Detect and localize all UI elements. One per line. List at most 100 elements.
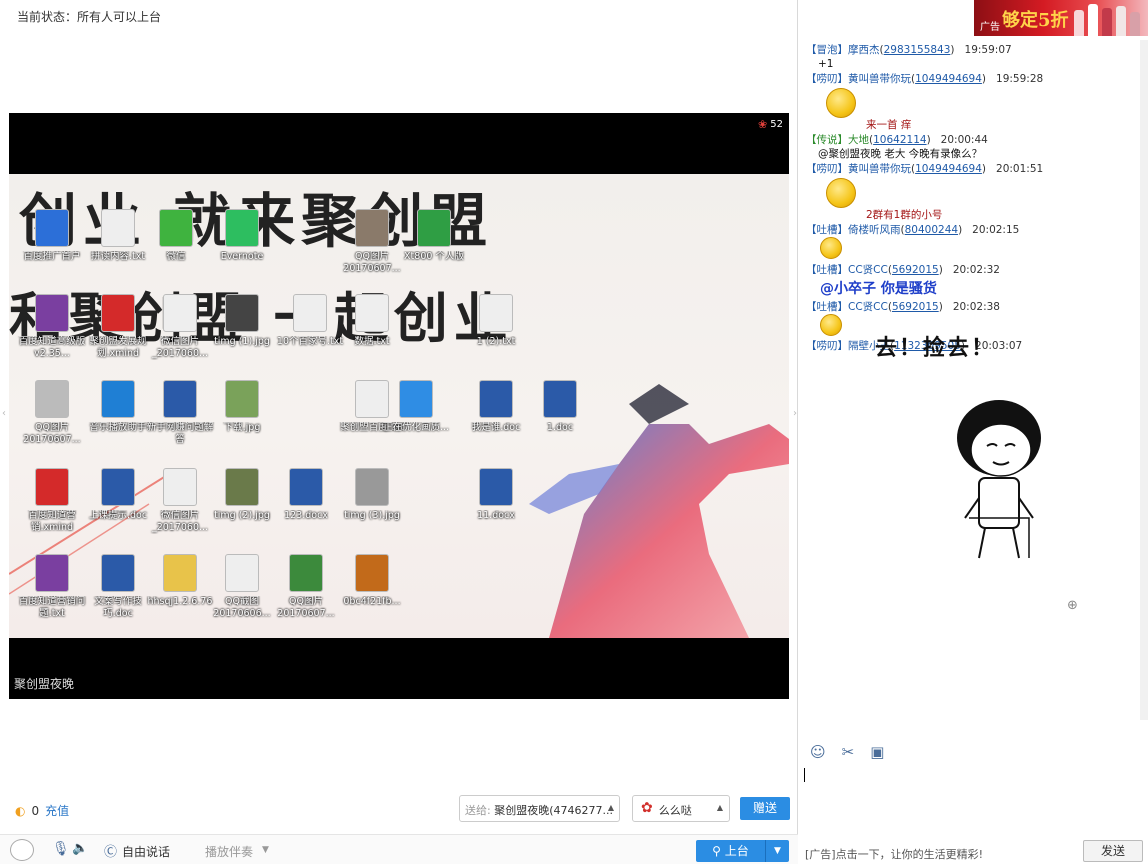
right-collapse-arrow[interactable]: › <box>793 408 797 419</box>
up-stage-dropdown-icon[interactable]: ▼ <box>766 840 789 862</box>
desktop-icon[interactable]: timg (3).jpg <box>339 468 405 552</box>
emoji-sticker-icon <box>820 237 842 259</box>
desktop-icon[interactable]: 我是谁.doc <box>463 380 529 464</box>
desktop-icon[interactable]: timg (1).jpg <box>209 294 275 378</box>
desktop-icon[interactable]: hhsqj1.2.6.76 <box>147 554 213 638</box>
file-icon <box>101 554 135 592</box>
recipient-select[interactable]: 送给: 聚创盟夜晚(4746277... ▲ <box>459 795 620 822</box>
scissors-icon[interactable]: ✂ <box>842 743 855 761</box>
desktop-icon[interactable]: 微信图片_2017060... <box>147 468 213 552</box>
chat-scrollbar[interactable] <box>1140 40 1148 720</box>
up-stage-button[interactable]: ⚲ 上台 ▼ <box>696 840 789 862</box>
desktop-icon[interactable]: 微信 <box>143 209 209 293</box>
microphone-icon[interactable]: 🎙 <box>52 841 70 857</box>
free-speech-mode[interactable]: 自由说话 <box>122 843 170 860</box>
accompany-dropdown-icon[interactable]: ▼ <box>262 845 269 855</box>
message-nick[interactable]: 摩西杰 <box>848 44 880 56</box>
message-uid[interactable]: 80400244 <box>905 224 958 236</box>
desktop-icon-label: timg (3).jpg <box>344 510 400 521</box>
desktop-icon[interactable]: 1.doc <box>527 380 593 464</box>
chat-log: 【冒泡】摩西杰(2983155843) 19:59:07 +1 【唠叨】黄叫兽带你玩(… <box>806 40 1136 720</box>
desktop-icon[interactable]: 百度知道营销问题.txt <box>19 554 85 638</box>
message-nick[interactable]: 黄叫兽带你玩 <box>848 163 911 175</box>
chat-message-header: 【吐槽】CC贤CC(5692015) 20:02:38 <box>806 299 1000 314</box>
desktop-icon[interactable]: 文案写作技巧.doc <box>85 554 151 638</box>
file-icon <box>225 380 259 418</box>
file-icon <box>479 468 513 506</box>
send-message-button[interactable]: 发送 <box>1083 840 1143 862</box>
desktop-icon[interactable]: 数据.txt <box>339 294 405 378</box>
desktop-icon[interactable]: QQ图片20170607... <box>19 380 85 464</box>
desktop-icon[interactable]: Evernote <box>209 209 275 293</box>
desktop-icon[interactable]: timg (2).jpg <box>209 468 275 552</box>
message-nick[interactable]: 黄叫兽带你玩 <box>848 73 911 85</box>
file-icon <box>35 209 69 247</box>
desktop-icon[interactable]: 0bc4f21fb... <box>339 554 405 638</box>
desktop-icon[interactable]: 聚创盟发展规划.xmind <box>85 294 151 378</box>
image-icon[interactable]: ▣ <box>870 743 884 761</box>
up-stage-main[interactable]: ⚲ 上台 <box>696 840 766 862</box>
input-toolbar: ☺ ✂ ▣ <box>810 743 884 761</box>
desktop-icon-label: QQ截图20170606... <box>213 596 271 619</box>
zoom-icon[interactable]: ⊕ <box>1067 598 1078 613</box>
video-top-bar: ❀ 52 <box>9 113 789 174</box>
gift-select[interactable]: ✿ 么么哒 ▲ <box>632 795 730 822</box>
desktop-icon[interactable]: QQ截图20170606... <box>209 554 275 638</box>
message-uid[interactable]: 1049494694 <box>915 163 982 175</box>
avatar[interactable] <box>10 839 34 861</box>
desktop-icon[interactable]: 百度推广首户 <box>19 209 85 293</box>
desktop-icon[interactable]: 1 (2).txt <box>463 294 529 378</box>
desktop-icon-label: 微信 <box>166 251 186 262</box>
chat-message-body: 来一首 痒 <box>866 119 912 131</box>
message-time: 20:02:32 <box>952 264 1000 276</box>
desktop-icon[interactable]: QQ图片20170607... <box>273 554 339 638</box>
send-gift-button[interactable]: 赠送 <box>740 797 790 820</box>
desktop-icon[interactable]: 音乐播放助手 <box>85 380 151 464</box>
rose-icon: ❀ <box>758 118 768 131</box>
desktop-icon[interactable]: 正在优化画质... <box>383 380 449 464</box>
desktop-icon[interactable]: 百度知道高级版v2.35... <box>19 294 85 378</box>
file-icon <box>225 468 259 506</box>
left-collapse-arrow[interactable]: ‹ <box>2 408 6 419</box>
desktop-icon-label: 1.doc <box>546 422 574 433</box>
bottom-ad-link[interactable]: [广告]点击一下，让你的生活更精彩! <box>805 846 983 862</box>
file-icon <box>417 209 451 247</box>
stage-pane: 当前状态：所有人可以上台 ❀ 52 创业 就来聚创盟 和聚创盟 一起创业 百度推… <box>0 0 798 864</box>
desktop-icon-label: 我是谁.doc <box>471 422 521 433</box>
recharge-link[interactable]: 充值 <box>45 802 69 819</box>
message-uid[interactable]: 2983155843 <box>884 44 951 56</box>
message-uid[interactable]: 5692015 <box>892 301 939 313</box>
ad-banner[interactable]: 广告 够定5折 <box>974 0 1148 36</box>
desktop-icon[interactable]: 123.docx <box>273 468 339 552</box>
desktop-icon[interactable]: 11.docx <box>463 468 529 552</box>
chat-input[interactable] <box>799 762 1148 836</box>
emoji-icon[interactable]: ☺ <box>810 743 826 761</box>
coin-count: 0 <box>31 803 40 818</box>
video-player[interactable]: ❀ 52 创业 就来聚创盟 和聚创盟 一起创业 百度推广首户 拼读内容.txt … <box>9 113 789 699</box>
message-nick[interactable]: 倚楼听风雨 <box>848 224 901 236</box>
speaker-icon[interactable]: 🔈 <box>72 841 88 856</box>
message-nick[interactable]: CC贤CC <box>848 301 888 313</box>
uid-close: ) <box>981 73 987 85</box>
message-nick[interactable]: 大地 <box>848 134 869 146</box>
message-uid[interactable]: 10642114 <box>873 134 926 146</box>
ad-product-image <box>1074 10 1084 36</box>
desktop-icon[interactable]: QQ图片20170607... <box>339 209 405 293</box>
video-bottom-bar: 聚创盟夜晚 <box>9 638 789 699</box>
desktop-icon-label: timg (1).jpg <box>214 336 270 347</box>
message-nick[interactable]: CC贤CC <box>848 264 888 276</box>
desktop-icon[interactable]: 百度知道营销.xmind <box>19 468 85 552</box>
desktop-icon[interactable]: 10个百家号.txt <box>277 294 343 378</box>
desktop-icon[interactable]: 新手网赚问题解答 <box>147 380 213 464</box>
desktop-icon[interactable]: Xt800 个人版 <box>401 209 467 293</box>
desktop-icon-label: Evernote <box>220 251 264 262</box>
accompany-button[interactable]: 播放伴奏 <box>205 843 253 860</box>
desktop-icon-label: 百度知道高级版v2.35... <box>18 336 86 359</box>
desktop-icon-label: 百度推广首户 <box>23 251 81 262</box>
desktop-icon[interactable]: 上课提示.doc <box>85 468 151 552</box>
message-uid[interactable]: 5692015 <box>892 264 939 276</box>
desktop-icon[interactable]: 微信图片_2017060... <box>147 294 213 378</box>
desktop-icon-label: 0bc4f21fb... <box>343 596 401 607</box>
message-uid[interactable]: 1049494694 <box>915 73 982 85</box>
desktop-icon[interactable]: 下载.jpg <box>209 380 275 464</box>
